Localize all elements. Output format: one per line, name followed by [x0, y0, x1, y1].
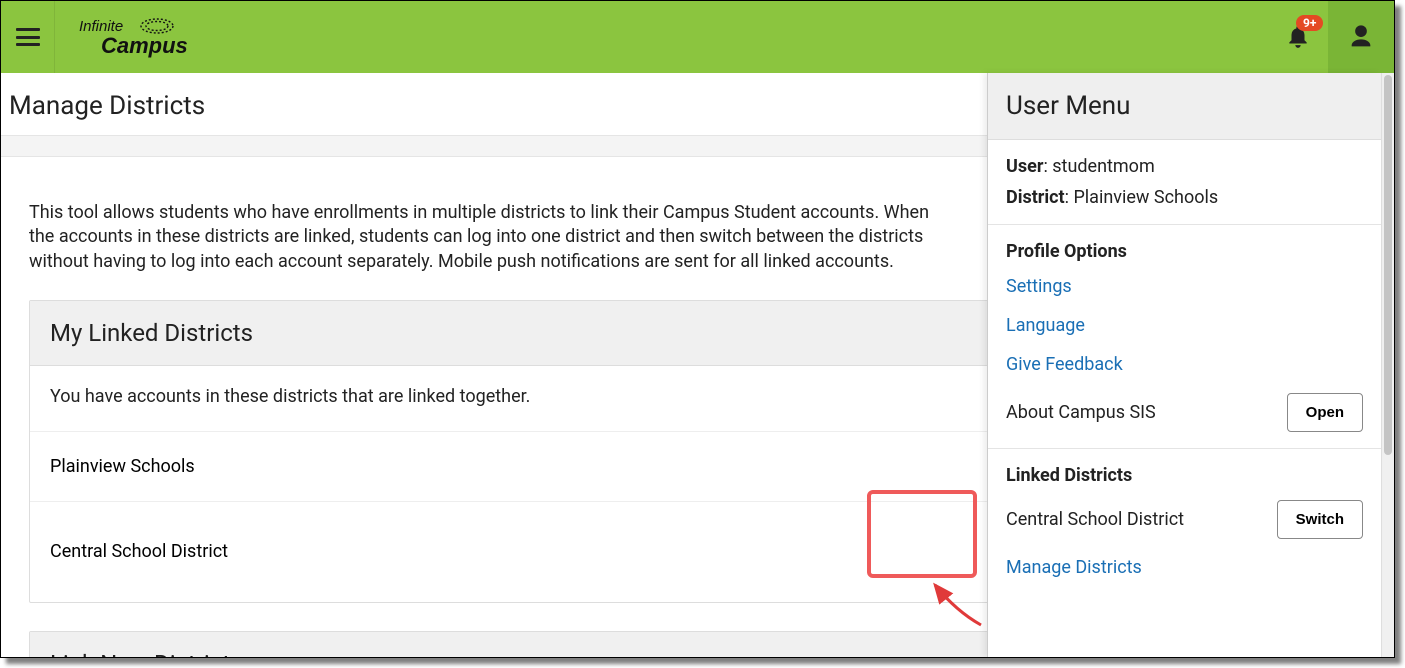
page-scrollbar[interactable]: [1381, 73, 1394, 657]
open-button[interactable]: Open: [1287, 393, 1363, 432]
switch-button[interactable]: Switch: [1277, 500, 1363, 539]
profile-options-block: Profile Options Settings Language Give F…: [988, 225, 1381, 449]
language-link[interactable]: Language: [1006, 315, 1363, 336]
app-header: Infinite Campus 9+: [1, 1, 1394, 73]
district-label: District: [1006, 187, 1065, 208]
feedback-link[interactable]: Give Feedback: [1006, 354, 1363, 375]
manage-districts-link[interactable]: Manage Districts: [1006, 557, 1363, 578]
menu-button[interactable]: [1, 1, 55, 73]
linked-district-name: Central School District: [1006, 509, 1184, 530]
hamburger-icon: [16, 28, 40, 46]
notification-badge: 9+: [1296, 15, 1323, 31]
linked-districts-heading: Linked Districts: [1006, 465, 1363, 486]
user-icon: [1347, 23, 1375, 51]
user-label: User: [1006, 156, 1043, 177]
district-value: Plainview Schools: [1073, 187, 1218, 208]
user-info-block: User: studentmom District: Plainview Sch…: [988, 140, 1381, 225]
district-name: Plainview Schools: [50, 456, 195, 477]
user-avatar-button[interactable]: [1328, 1, 1394, 73]
user-value: studentmom: [1052, 156, 1154, 177]
profile-options-heading: Profile Options: [1006, 241, 1363, 262]
settings-link[interactable]: Settings: [1006, 276, 1363, 297]
district-name: Central School District: [50, 541, 228, 562]
brand-logo: Infinite Campus: [79, 17, 209, 57]
scroll-thumb[interactable]: [1384, 75, 1392, 455]
intro-text: This tool allows students who have enrol…: [1, 157, 961, 300]
notifications-button[interactable]: 9+: [1268, 1, 1328, 73]
svg-text:Campus: Campus: [101, 33, 188, 58]
about-label: About Campus SIS: [1006, 402, 1156, 423]
linked-districts-block: Linked Districts Central School District…: [988, 449, 1381, 594]
user-menu-title: User Menu: [988, 73, 1381, 140]
user-menu-panel: User Menu User: studentmom District: Pla…: [987, 73, 1381, 657]
